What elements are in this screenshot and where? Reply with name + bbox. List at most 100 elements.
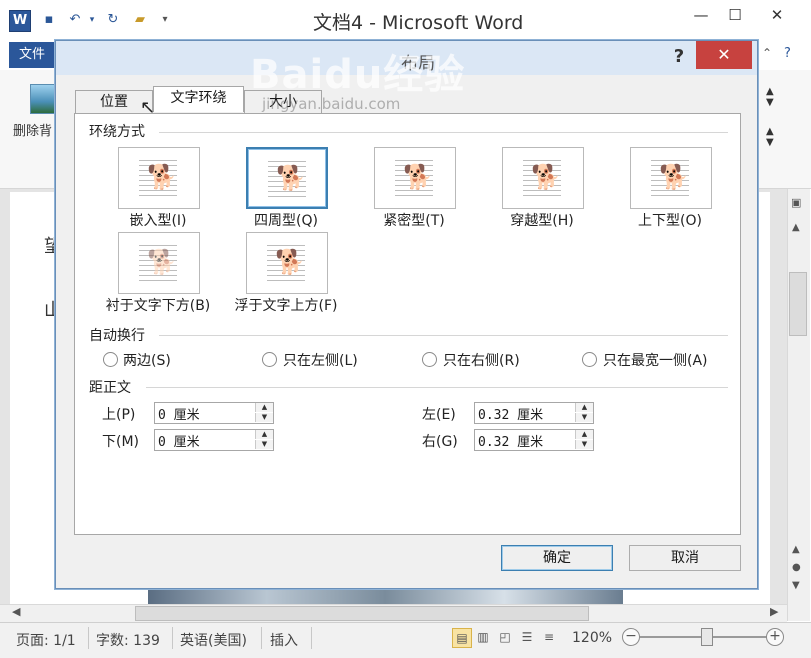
wrap-top-bottom-option[interactable]: 🐕 [630, 147, 712, 209]
section-divider [146, 387, 728, 388]
wrap-tight-label: 紧密型(T) [383, 213, 445, 229]
print-layout-icon[interactable]: ▤ [452, 628, 472, 648]
wrap-inline-option[interactable]: 🐕 [118, 147, 200, 209]
wrap-through-label: 穿越型(H) [510, 213, 574, 229]
tab-text-wrapping[interactable]: 文字环绕 [153, 86, 244, 112]
spin-up-icon[interactable]: ▲ [575, 430, 593, 439]
undo-dropdown-icon[interactable]: ▾ [86, 9, 98, 31]
baidu-watermark-url: jingyan.baidu.com [262, 95, 401, 113]
dialog-close-button[interactable]: ✕ [696, 41, 752, 69]
ribbon-collapse-icon[interactable]: ⌃ [762, 46, 772, 60]
wrap-inline-label: 嵌入型(I) [129, 213, 187, 229]
wrap-through-option[interactable]: 🐕 [502, 147, 584, 209]
dog-image-icon: 🐕 [403, 163, 433, 191]
zoom-out-button[interactable]: − [622, 628, 640, 646]
status-divider [88, 627, 89, 649]
close-window-button[interactable]: ✕ [760, 4, 794, 26]
distance-bottom-input[interactable]: 0 厘米 ▲ ▼ [154, 429, 274, 451]
dog-image-icon: 🐕 [147, 248, 177, 276]
ribbon-spinner-icon-2[interactable]: ▲ ▼ [766, 126, 774, 148]
vertical-scrollbar[interactable] [787, 189, 810, 621]
ok-button[interactable]: 确定 [501, 545, 613, 571]
distance-left-input[interactable]: 0.32 厘米 ▲ ▼ [474, 402, 594, 424]
both-sides-label[interactable]: 两边(S) [123, 350, 171, 370]
draft-icon[interactable]: ≡ [540, 628, 558, 646]
spin-down-icon[interactable]: ▼ [575, 440, 593, 449]
left-only-label[interactable]: 只在左侧(L) [283, 350, 358, 370]
status-divider [172, 627, 173, 649]
zoom-in-button[interactable]: + [766, 628, 784, 646]
help-icon[interactable]: ? [784, 46, 791, 61]
undo-icon[interactable]: ↶ [66, 9, 84, 31]
distance-left-value: 0.32 厘米 [478, 408, 544, 423]
spin-down-icon[interactable]: ▼ [255, 413, 273, 422]
wrap-style-heading: 环绕方式 [89, 124, 145, 140]
minimize-button[interactable]: — [684, 4, 718, 26]
section-divider [159, 132, 728, 133]
radio-left-only[interactable] [262, 352, 277, 367]
radio-right-only[interactable] [422, 352, 437, 367]
status-divider [311, 627, 312, 649]
remove-background-label[interactable]: 删除背 [13, 120, 52, 139]
layout-dialog: 布局 ? ✕ 位置 文字环绕 大小 ↖ 环绕方式 🐕 嵌入型(I) 🐕 四周型(… [55, 40, 758, 589]
spin-down-icon[interactable]: ▼ [575, 413, 593, 422]
save-icon[interactable]: ▪ [40, 9, 58, 31]
scroll-up-icon[interactable]: ▲ [792, 222, 800, 233]
radio-largest-only[interactable] [582, 352, 597, 367]
language-indicator[interactable]: 英语(美国) [180, 630, 247, 650]
scroll-left-icon[interactable]: ◀ [12, 605, 20, 618]
spin-up-icon[interactable]: ▲ [575, 403, 593, 412]
page-count[interactable]: 页面: 1/1 [16, 630, 76, 650]
ruler-toggle-icon[interactable]: ▣ [791, 196, 801, 209]
redo-icon[interactable]: ↻ [104, 9, 122, 31]
dog-image-icon: 🐕 [276, 164, 306, 192]
dog-image-icon: 🐕 [659, 163, 689, 191]
horizontal-scroll-thumb[interactable] [135, 606, 589, 621]
section-divider [159, 335, 728, 336]
web-layout-icon[interactable]: ◰ [496, 628, 514, 646]
cancel-button[interactable]: 取消 [629, 545, 741, 571]
radio-both-sides[interactable] [103, 352, 118, 367]
distance-right-input[interactable]: 0.32 厘米 ▲ ▼ [474, 429, 594, 451]
wrap-top-bottom-label: 上下型(O) [638, 213, 702, 229]
distance-heading: 距正文 [89, 380, 131, 396]
file-tab[interactable]: 文件 [9, 42, 55, 68]
outline-icon[interactable]: ☰ [518, 628, 536, 646]
dog-image-icon: 🐕 [147, 163, 177, 191]
largest-only-label[interactable]: 只在最宽一侧(A) [603, 350, 708, 370]
wrap-text-heading: 自动换行 [89, 328, 145, 344]
next-page-icon[interactable]: ▼ [792, 580, 800, 591]
customize-toolbar-icon[interactable]: ▾ [158, 9, 172, 31]
browse-object-icon[interactable]: ● [792, 562, 801, 573]
zoom-level[interactable]: 120% [572, 630, 612, 646]
distance-top-input[interactable]: 0 厘米 ▲ ▼ [154, 402, 274, 424]
ribbon-spinner-icon[interactable]: ▲ ▼ [766, 86, 774, 108]
distance-right-value: 0.32 厘米 [478, 435, 544, 450]
distance-top-label: 上(P) [102, 407, 136, 423]
insert-mode[interactable]: 插入 [270, 630, 298, 650]
spin-up-icon[interactable]: ▲ [255, 430, 273, 439]
spin-up-icon[interactable]: ▲ [255, 403, 273, 412]
zoom-slider-thumb[interactable] [701, 628, 713, 646]
word-logo-icon: W [9, 10, 31, 32]
baidu-watermark: Baidu经验 [250, 52, 466, 98]
prev-page-icon[interactable]: ▲ [792, 544, 800, 555]
wrap-square-option[interactable]: 🐕 [246, 147, 328, 209]
distance-top-value: 0 厘米 [158, 408, 200, 423]
vertical-scroll-thumb[interactable] [789, 272, 807, 336]
wrap-in-front-option[interactable]: 🐕 [246, 232, 328, 294]
open-folder-icon[interactable]: ▰ [130, 9, 150, 31]
wrap-behind-text-label: 衬于文字下方(B) [105, 298, 211, 314]
dog-image-icon: 🐕 [275, 248, 305, 276]
wrap-tight-option[interactable]: 🐕 [374, 147, 456, 209]
distance-right-label: 右(G) [422, 434, 458, 450]
dialog-help-button[interactable]: ? [669, 45, 689, 69]
spin-down-icon[interactable]: ▼ [255, 440, 273, 449]
wrap-in-front-label: 浮于文字上方(F) [234, 298, 338, 314]
maximize-button[interactable]: ☐ [718, 4, 752, 26]
word-count[interactable]: 字数: 139 [96, 630, 160, 650]
scroll-right-icon[interactable]: ▶ [770, 605, 778, 618]
reading-layout-icon[interactable]: ▥ [474, 628, 492, 646]
wrap-behind-text-option[interactable]: 🐕 [118, 232, 200, 294]
right-only-label[interactable]: 只在右侧(R) [443, 350, 520, 370]
